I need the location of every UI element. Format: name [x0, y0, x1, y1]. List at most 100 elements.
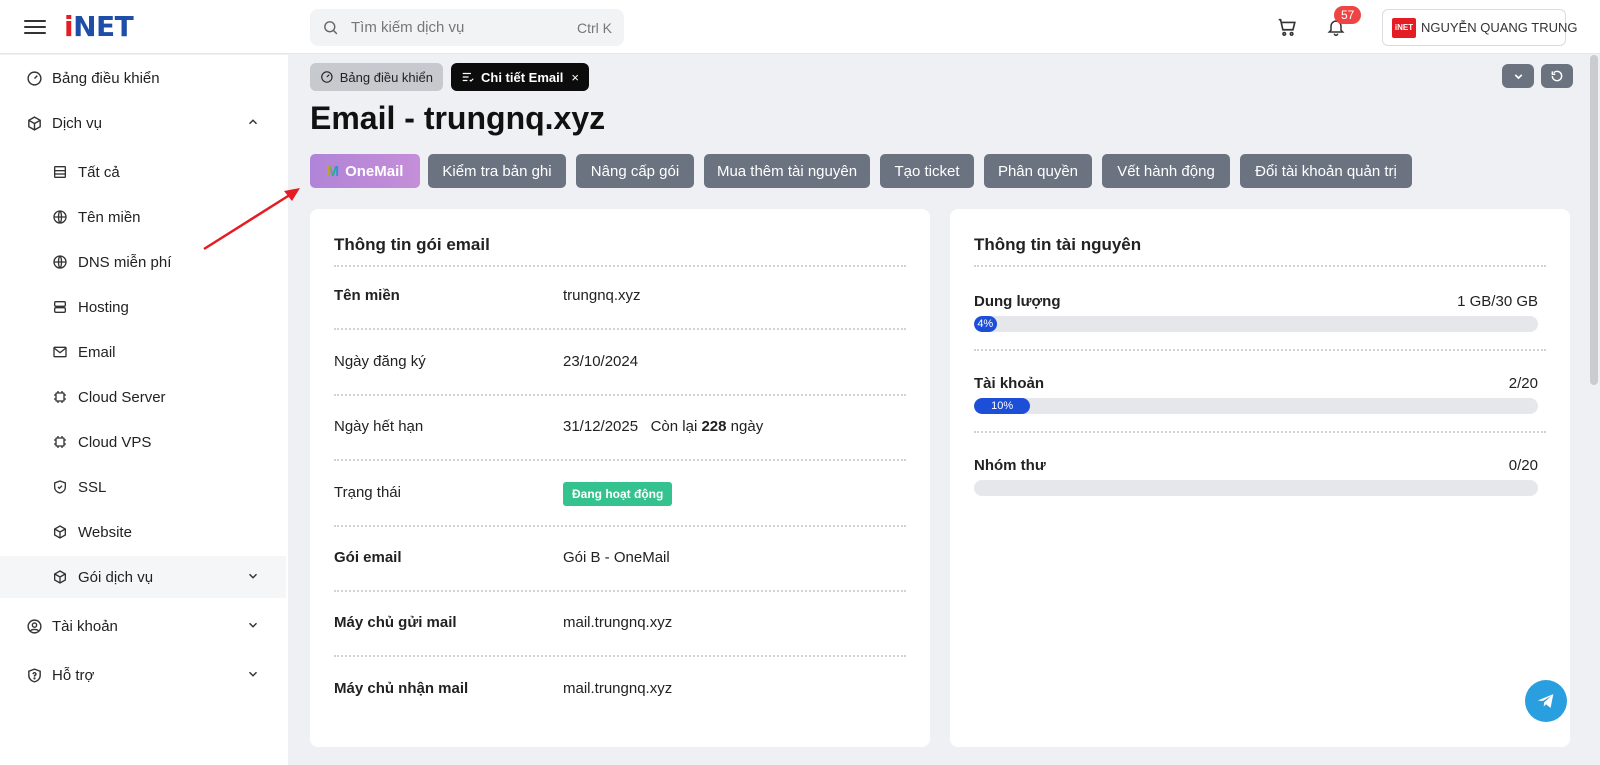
mail-groups-progress-bar: [974, 480, 1538, 496]
resources-card: Thông tin tài nguyên Dung lượng 1 GB/30 …: [950, 209, 1570, 747]
sidebar-item-website[interactable]: Website: [0, 511, 286, 553]
list-check-icon: [462, 72, 474, 82]
sidebar-item-label: Gói dịch vụ: [78, 568, 154, 586]
sidebar-item-ssl[interactable]: SSL: [0, 466, 286, 508]
globe-icon: [50, 252, 70, 272]
chevron-down-icon: [1514, 73, 1522, 79]
divider: [974, 349, 1546, 351]
accounts-progress-fill: 10%: [974, 398, 1031, 414]
sidebar-item-services[interactable]: Dịch vụ: [0, 102, 286, 144]
user-name: NGUYỄN QUANG TRUNG: [1421, 20, 1578, 35]
box-icon: [50, 567, 70, 587]
reload-button[interactable]: [1541, 64, 1573, 88]
mail-icon: [50, 342, 70, 362]
divider: [334, 394, 906, 396]
sidebar-item-label: DNS miễn phí: [78, 253, 172, 271]
telegram-chat-button[interactable]: [1525, 680, 1567, 722]
expiry-date-label: Ngày hết hạn: [334, 418, 424, 435]
scrollbar[interactable]: [1590, 55, 1598, 385]
sidebar-item-dashboard[interactable]: Bảng điều khiển: [0, 57, 286, 99]
sidebar-item-email[interactable]: Email: [0, 331, 286, 373]
imap-value: mail.trungnq.xyz: [563, 680, 673, 697]
card-title: Thông tin gói email: [334, 235, 490, 254]
sidebar-item-cloud-server[interactable]: Cloud Server: [0, 376, 286, 418]
sidebar-item-account[interactable]: Tài khoản: [0, 605, 286, 647]
annotation-arrow: [203, 188, 300, 251]
cart-icon[interactable]: [1276, 16, 1298, 43]
sidebar-item-label: Tài khoản: [52, 617, 118, 635]
smtp-value: mail.trungnq.xyz: [563, 614, 673, 631]
storage-progress-bar: 4%: [974, 316, 1538, 332]
logo-prefix: i: [64, 10, 74, 43]
sidebar-item-label: Cloud Server: [78, 388, 166, 406]
create-ticket-button[interactable]: Tạo ticket: [880, 154, 974, 188]
onemail-button[interactable]: M OneMail: [310, 154, 420, 188]
sidebar-item-label: Hỗ trợ: [52, 666, 95, 684]
divider: [974, 431, 1546, 433]
chevron-down-icon: [248, 622, 258, 628]
sidebar-item-label: Email: [78, 343, 116, 361]
sidebar-item-label: Website: [78, 523, 132, 541]
remaining-prefix: Còn lại: [650, 418, 698, 435]
refresh-icon: [1551, 70, 1563, 82]
email-package-card: Thông tin gói email Tên miền trungnq.xyz…: [310, 209, 930, 747]
divider: [334, 265, 906, 267]
domain-label: Tên miền: [334, 287, 400, 304]
search-input[interactable]: Tìm kiếm dịch vụ Ctrl K: [310, 9, 624, 46]
sidebar-item-hosting[interactable]: Hosting: [0, 286, 286, 328]
upgrade-button[interactable]: Nâng cấp gói: [576, 154, 694, 188]
sidebar-item-cloud-vps[interactable]: Cloud VPS: [0, 421, 286, 463]
user-menu[interactable]: iNET NGUYỄN QUANG TRUNG: [1382, 9, 1578, 46]
smtp-label: Máy chủ gửi mail: [334, 614, 457, 631]
onemail-logo-icon: M: [326, 162, 340, 180]
divider: [334, 590, 906, 592]
top-header: iNET Tìm kiếm dịch vụ Ctrl K 57 iNET NGU…: [0, 0, 1600, 54]
search-icon: [324, 21, 338, 35]
remaining-suffix: ngày: [730, 418, 764, 435]
change-admin-button[interactable]: Đổi tài khoản quản trị: [1240, 154, 1412, 188]
sidebar-item-service-packages[interactable]: Gói dịch vụ: [0, 556, 286, 598]
divider: [334, 328, 906, 330]
logo[interactable]: iNET: [64, 10, 134, 43]
divider: [334, 655, 906, 657]
telegram-icon: [1537, 694, 1554, 708]
registration-date-value: 23/10/2024: [563, 353, 639, 370]
gauge-icon: [321, 71, 333, 83]
status-badge: Đang hoạt động: [563, 482, 673, 506]
chip-icon: [50, 432, 70, 452]
tab-label: Chi tiết Email: [481, 69, 564, 85]
status-label: Trạng thái: [334, 484, 401, 501]
imap-label: Máy chủ nhận mail: [334, 680, 469, 697]
buy-resources-button[interactable]: Mua thêm tài nguyên: [704, 154, 870, 188]
remaining-days: 228: [701, 418, 727, 435]
sidebar-item-label: Tên miền: [78, 208, 141, 226]
shield-question-icon: [24, 665, 44, 685]
sidebar-item-label: Hosting: [78, 298, 129, 316]
server-icon: [50, 297, 70, 317]
action-log-button[interactable]: Vết hành động: [1102, 154, 1230, 188]
sidebar-item-support[interactable]: Hỗ trợ: [0, 654, 286, 696]
chip-icon: [50, 387, 70, 407]
collapse-tabs-button[interactable]: [1502, 64, 1534, 88]
close-icon[interactable]: ×: [571, 70, 579, 85]
tab-email-detail[interactable]: Chi tiết Email ×: [451, 63, 589, 91]
sidebar-item-label: Tất cả: [78, 163, 120, 181]
page-title: Email - trungnq.xyz: [310, 100, 606, 136]
avatar: iNET: [1392, 18, 1416, 38]
shield-check-icon: [50, 477, 70, 497]
storage-label: Dung lượng: [974, 293, 1061, 310]
divider: [974, 265, 1546, 267]
menu-icon[interactable]: [24, 16, 46, 38]
globe-icon: [50, 207, 70, 227]
expiry-date: 31/12/2025: [563, 418, 639, 435]
domain-value: trungnq.xyz: [563, 287, 641, 304]
chevron-down-icon: [248, 573, 258, 579]
mail-groups-value: 0/20: [1508, 457, 1538, 474]
storage-progress-fill: 4%: [974, 316, 997, 332]
onemail-label: OneMail: [345, 162, 404, 180]
tab-dashboard[interactable]: Bảng điều khiển: [310, 63, 443, 91]
permissions-button[interactable]: Phân quyền: [984, 154, 1092, 188]
check-records-button[interactable]: Kiểm tra bản ghi: [428, 154, 566, 188]
notification-badge: 57: [1334, 6, 1362, 24]
divider: [334, 459, 906, 461]
